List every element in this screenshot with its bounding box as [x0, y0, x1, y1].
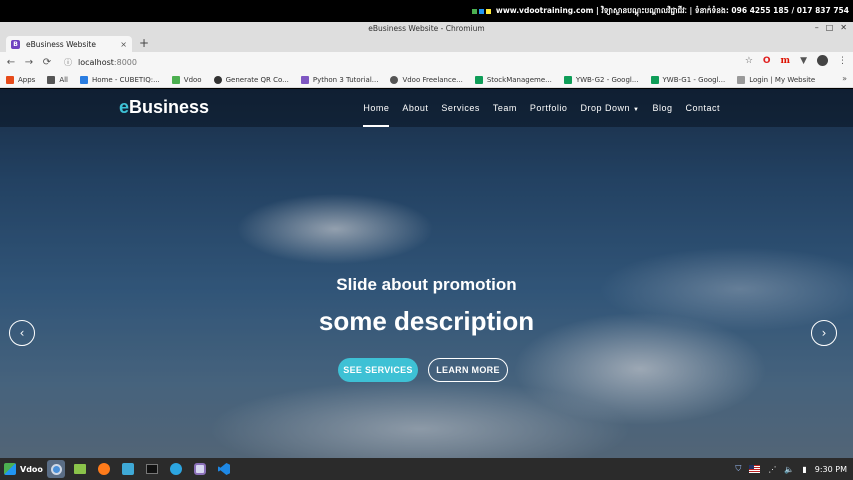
more-bookmarks-icon[interactable]: »: [842, 74, 847, 83]
info-icon[interactable]: ⓘ: [64, 57, 72, 68]
address-bar[interactable]: ⓘ localhost:8000: [58, 54, 758, 70]
next-slide-button[interactable]: ›: [811, 320, 837, 346]
bookmark-login[interactable]: Login | My Website: [737, 75, 815, 84]
tab-label: eBusiness Website: [26, 39, 96, 49]
training-banner: www.vdootraining.com | វិទ្យាស្ថានបណ្តុះ…: [0, 0, 853, 22]
network-icon[interactable]: ⋰: [768, 465, 776, 474]
vdoo-logo-icon: [471, 8, 492, 15]
terminal-taskbar-icon[interactable]: [143, 460, 161, 478]
taskbar: Vdoo ⛉ ⋰ 🔈 ▮ 9:30 PM: [0, 458, 853, 480]
volume-icon[interactable]: 🔈: [784, 465, 794, 474]
globe-icon: [390, 75, 399, 84]
chevron-left-icon: ‹: [19, 326, 25, 340]
cubetiq-icon: [80, 75, 89, 84]
mint-menu-icon: [4, 463, 16, 475]
bookmark-star-icon[interactable]: ☆: [745, 56, 753, 66]
forward-icon[interactable]: →: [22, 57, 36, 68]
maximize-button[interactable]: □: [826, 23, 834, 32]
toolbar: ← → ⟳ ⓘ localhost:8000 ☆ O m ▼ ⋮: [0, 52, 853, 72]
vscodium-taskbar-icon[interactable]: [119, 460, 137, 478]
bookmark-cubetiq[interactable]: Home - CUBETIQ:...: [80, 75, 160, 84]
shield-icon[interactable]: ⛉: [735, 464, 741, 474]
bookmark-ywb-g1[interactable]: YWB-G1 - Googl...: [650, 75, 725, 84]
system-tray: ⛉ ⋰ 🔈 ▮ 9:30 PM: [735, 458, 847, 480]
files-taskbar-icon[interactable]: [71, 460, 89, 478]
bookmark-vdoo[interactable]: Vdoo: [171, 75, 202, 84]
clock[interactable]: 9:30 PM: [815, 465, 847, 474]
battery-icon[interactable]: ▮: [802, 465, 806, 474]
keyboard-layout-us-icon[interactable]: [749, 465, 761, 473]
slide-content: Slide about promotion some description S…: [0, 89, 853, 458]
window-title: eBusiness Website - Chromium: [368, 24, 485, 33]
sheets-icon: [563, 75, 572, 84]
close-window-button[interactable]: ✕: [840, 23, 847, 32]
new-tab-button[interactable]: +: [139, 36, 149, 50]
see-services-button[interactable]: SEE SERVICES: [338, 358, 418, 382]
bookmark-freelance[interactable]: Vdoo Freelance...: [390, 75, 463, 84]
bootstrap-favicon-icon: B: [11, 39, 20, 49]
slide-title: Slide about promotion: [336, 275, 517, 294]
opera-extension-icon[interactable]: O: [763, 56, 771, 66]
prev-slide-button[interactable]: ‹: [9, 320, 35, 346]
firefox-taskbar-icon[interactable]: [95, 460, 113, 478]
sheets-icon: [474, 75, 483, 84]
qr-icon: [213, 75, 222, 84]
minimize-button[interactable]: –: [815, 23, 819, 32]
vdoo-icon: [171, 75, 180, 84]
menu-kebab-icon[interactable]: ⋮: [838, 56, 847, 66]
learn-more-button[interactable]: LEARN MORE: [428, 358, 508, 382]
close-tab-icon[interactable]: ×: [120, 40, 127, 49]
bookmark-stock[interactable]: StockManageme...: [474, 75, 552, 84]
url-port: :8000: [113, 57, 137, 67]
tab-ebusiness[interactable]: B eBusiness Website ×: [6, 36, 132, 52]
bookmark-qr[interactable]: Generate QR Co...: [213, 75, 289, 84]
python-icon: [300, 75, 309, 84]
reload-icon[interactable]: ⟳: [40, 57, 54, 68]
bookmarks-bar: Apps All Home - CUBETIQ:... Vdoo Generat…: [0, 72, 853, 88]
telegram-taskbar-icon[interactable]: [167, 460, 185, 478]
sheets-icon: [650, 75, 659, 84]
window-titlebar: eBusiness Website - Chromium – □ ✕: [0, 22, 853, 35]
chevron-right-icon: ›: [821, 326, 827, 340]
url-host: localhost: [78, 57, 114, 67]
back-icon[interactable]: ←: [4, 57, 18, 68]
filter-extension-icon[interactable]: ▼: [800, 56, 807, 66]
bookmark-python[interactable]: Python 3 Tutorial...: [300, 75, 378, 84]
bookmark-apps[interactable]: Apps: [6, 75, 35, 84]
page-icon: [737, 75, 746, 84]
bookmark-ywb-g2[interactable]: YWB-G2 - Googl...: [563, 75, 639, 84]
screenshot-taskbar-icon[interactable]: [191, 460, 209, 478]
apps-grid-icon: [6, 75, 14, 84]
profile-avatar-icon[interactable]: [817, 55, 828, 66]
start-menu-button[interactable]: Vdoo: [0, 463, 44, 475]
folder-icon: [47, 75, 56, 84]
banner-text: www.vdootraining.com | វិទ្យាស្ថានបណ្តុះ…: [495, 5, 849, 15]
tab-strip: B eBusiness Website × +: [0, 35, 853, 52]
vscode-taskbar-icon[interactable]: [215, 460, 233, 478]
hero-slider: eBusiness Home About Services Team Portf…: [0, 89, 853, 458]
bookmark-all[interactable]: All: [47, 75, 68, 84]
mail-extension-icon[interactable]: m: [781, 56, 791, 66]
chromium-taskbar-icon[interactable]: [47, 460, 65, 478]
slide-description: some description: [318, 306, 535, 336]
